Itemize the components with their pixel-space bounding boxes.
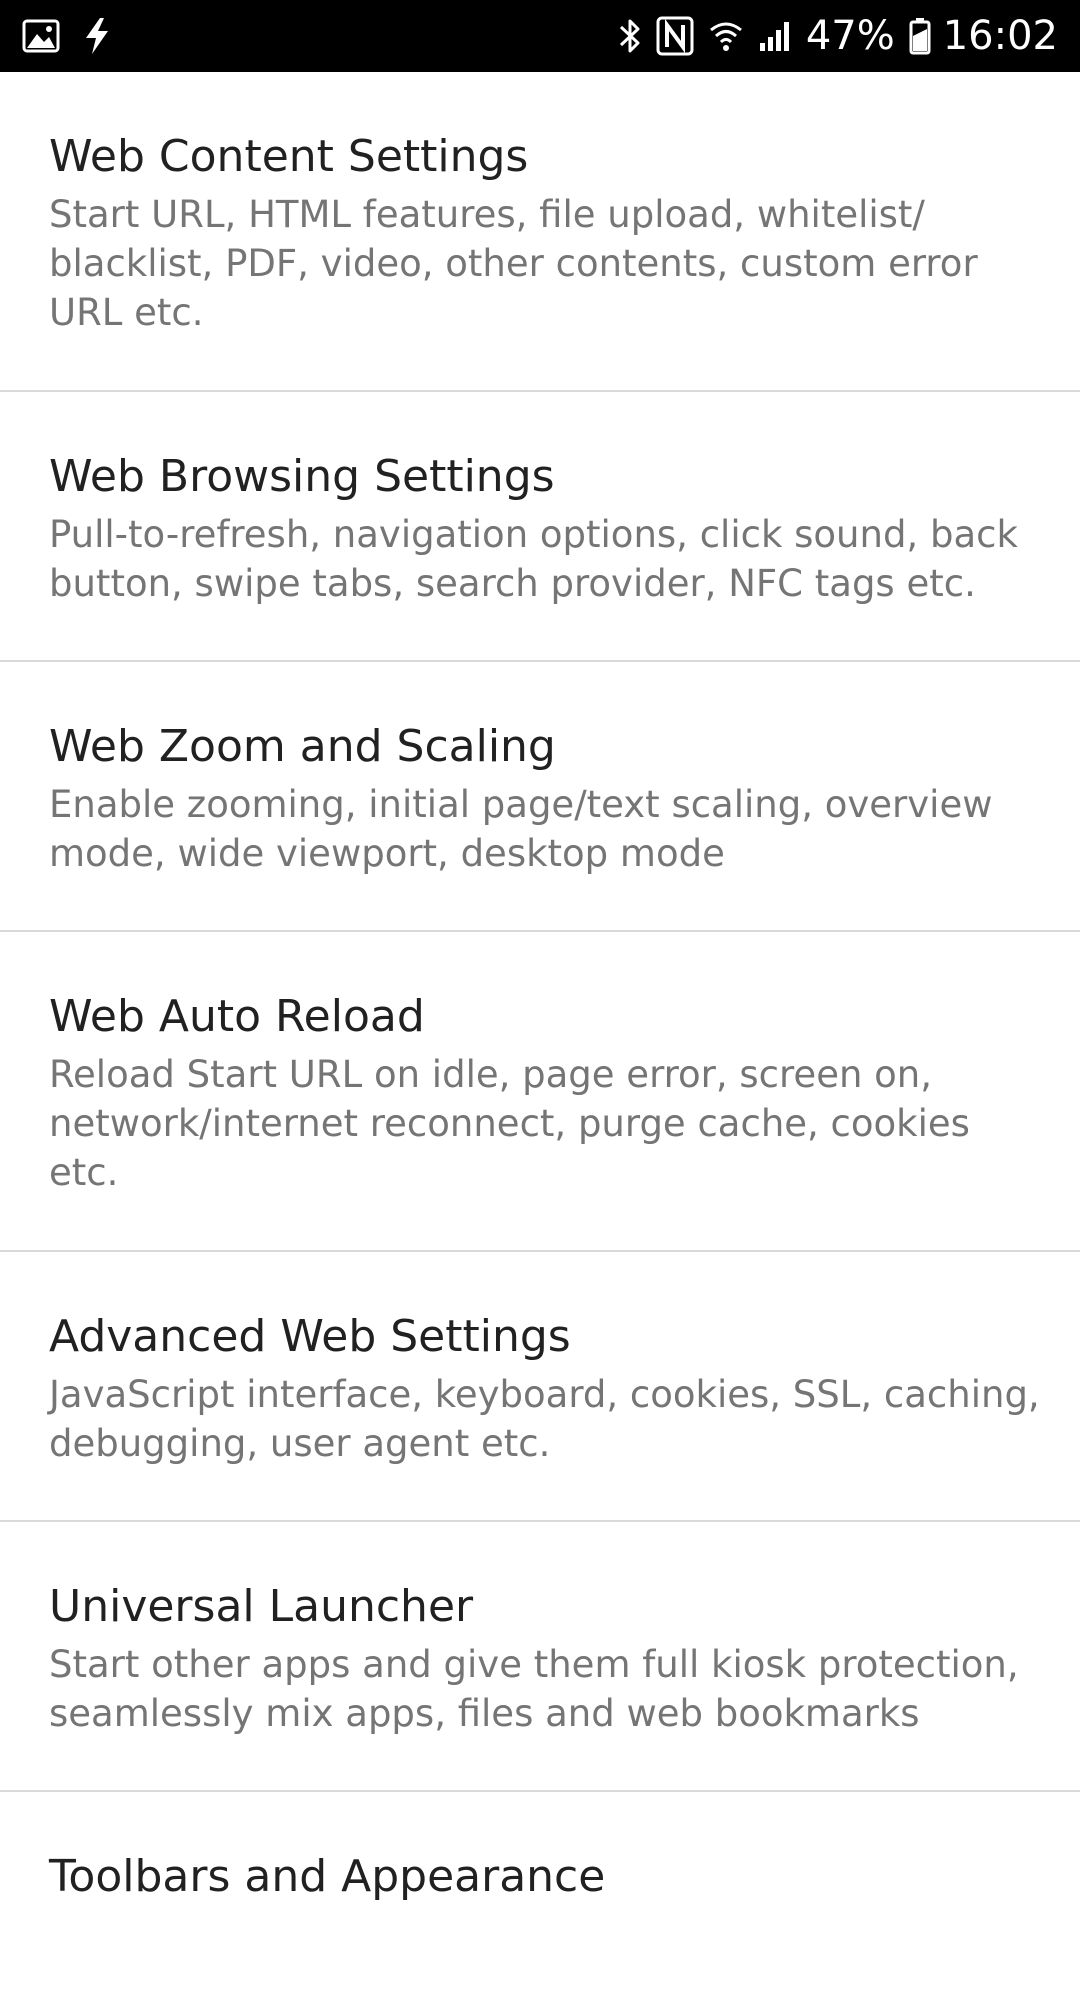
- wifi-icon: [708, 18, 744, 54]
- settings-item-title: Web Zoom and Scaling: [49, 721, 556, 772]
- settings-item-title: Web Auto Reload: [49, 991, 425, 1042]
- settings-item-universal-launcher[interactable]: Universal Launcher Start other apps and …: [0, 1522, 1080, 1792]
- settings-item-summary: Enable zooming, initial page/text scalin…: [49, 783, 993, 875]
- status-bar: 47% 16:02: [0, 0, 1080, 72]
- settings-item-title: Universal Launcher: [49, 1581, 474, 1632]
- bluetooth-icon: [618, 16, 642, 56]
- image-icon: [22, 19, 60, 53]
- battery-percent: 47%: [805, 13, 895, 59]
- flash-icon: [82, 17, 112, 55]
- settings-item-title: Web Browsing Settings: [49, 451, 555, 502]
- settings-item-summary: JavaScript interface, keyboard, cookies,…: [49, 1373, 1040, 1465]
- settings-item-title: Toolbars and Appearance: [49, 1851, 606, 1902]
- settings-item-summary: Start other apps and give them full kios…: [49, 1643, 1019, 1735]
- status-right-icons: 47% 16:02: [604, 16, 1058, 56]
- battery-icon: [909, 17, 931, 55]
- settings-item-title: Web Content Settings: [49, 131, 529, 182]
- signal-icon: [758, 19, 794, 53]
- status-left-icons: [22, 17, 134, 55]
- settings-item-web-zoom[interactable]: Web Zoom and Scaling Enable zooming, ini…: [0, 662, 1080, 932]
- settings-item-toolbars-appearance[interactable]: Toolbars and Appearance: [0, 1792, 1080, 1992]
- settings-item-web-auto-reload[interactable]: Web Auto Reload Reload Start URL on idle…: [0, 932, 1080, 1252]
- settings-item-advanced-web[interactable]: Advanced Web Settings JavaScript interfa…: [0, 1252, 1080, 1522]
- settings-item-web-content[interactable]: Web Content Settings Start URL, HTML fea…: [0, 72, 1080, 392]
- settings-item-summary: Start URL, HTML features, file upload, w…: [49, 193, 978, 334]
- settings-item-summary: Pull-to-refresh, navigation options, cli…: [49, 513, 1018, 605]
- clock: 16:02: [942, 13, 1058, 59]
- settings-item-title: Advanced Web Settings: [49, 1311, 571, 1362]
- settings-list: Web Content Settings Start URL, HTML fea…: [0, 72, 1080, 1992]
- nfc-icon: [656, 16, 694, 56]
- settings-item-web-browsing[interactable]: Web Browsing Settings Pull-to-refresh, n…: [0, 392, 1080, 662]
- settings-item-summary: Reload Start URL on idle, page error, sc…: [49, 1053, 970, 1194]
